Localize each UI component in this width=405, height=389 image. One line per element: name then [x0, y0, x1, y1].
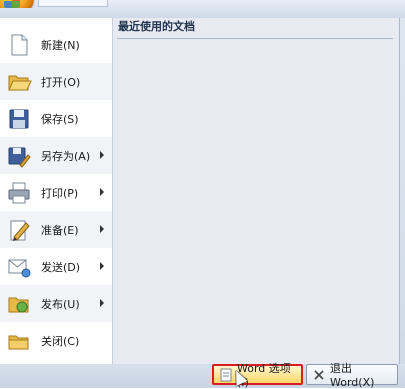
send-icon: [8, 259, 31, 277]
open-folder-icon: [8, 75, 32, 90]
save-as-icon: [8, 147, 31, 168]
printer-icon: [8, 182, 30, 203]
menu-item-label: 新建(N): [41, 38, 80, 52]
menu-item-close[interactable]: 关闭(C): [0, 322, 112, 359]
submenu-arrow-icon: [100, 299, 104, 307]
submenu-arrow-icon: [100, 262, 104, 270]
prepare-icon: [10, 220, 30, 241]
menu-item-label: 准备(E): [41, 223, 79, 237]
menu-command-list: 新建(N) 打开(O) 保存(S) 另存为(A) 打印(P) 准备(E) 发送(…: [0, 18, 112, 364]
menu-item-save[interactable]: 保存(S): [0, 100, 112, 137]
submenu-arrow-icon: [100, 188, 104, 196]
menu-item-label: 保存(S): [41, 112, 79, 126]
submenu-arrow-icon: [100, 225, 104, 233]
recent-documents-divider: [117, 38, 393, 39]
menu-item-label: 打开(O): [41, 75, 81, 89]
menu-item-save-as[interactable]: 另存为(A): [0, 137, 112, 174]
menu-item-prepare[interactable]: 准备(E): [0, 211, 112, 248]
menu-top-band: [0, 8, 405, 18]
submenu-arrow-icon: [100, 151, 104, 159]
menu-item-label: 另存为(A): [41, 149, 91, 163]
new-document-icon: [11, 34, 28, 55]
recent-documents-title: 最近使用的文档: [118, 20, 195, 33]
menu-item-new[interactable]: 新建(N): [0, 26, 112, 63]
menu-item-publish[interactable]: 发布(U): [0, 285, 112, 322]
menu-item-label: 打印(P): [41, 186, 79, 200]
quick-access-tab[interactable]: [38, 0, 108, 7]
menu-item-label: 关闭(C): [41, 334, 80, 348]
word-options-button[interactable]: Word 选项(I): [212, 362, 303, 389]
menu-item-print[interactable]: 打印(P): [0, 174, 112, 211]
menu-item-label: 发送(D): [41, 260, 81, 274]
menu-item-label: 发布(U): [41, 297, 80, 311]
exit-word-button[interactable]: 退出 Word(X): [306, 362, 398, 389]
exit-word-label: 退出 Word(X): [330, 362, 375, 389]
recent-documents-panel: 最近使用的文档: [113, 18, 400, 364]
menu-item-send[interactable]: 发送(D): [0, 248, 112, 285]
save-disk-icon: [9, 109, 29, 128]
word-options-label: Word 选项(I): [237, 362, 291, 389]
close-icon: [314, 369, 324, 380]
close-folder-icon: [8, 335, 29, 349]
office-logo-icon: [4, 0, 20, 8]
menu-item-open[interactable]: 打开(O): [0, 63, 112, 100]
publish-icon: [8, 297, 29, 312]
